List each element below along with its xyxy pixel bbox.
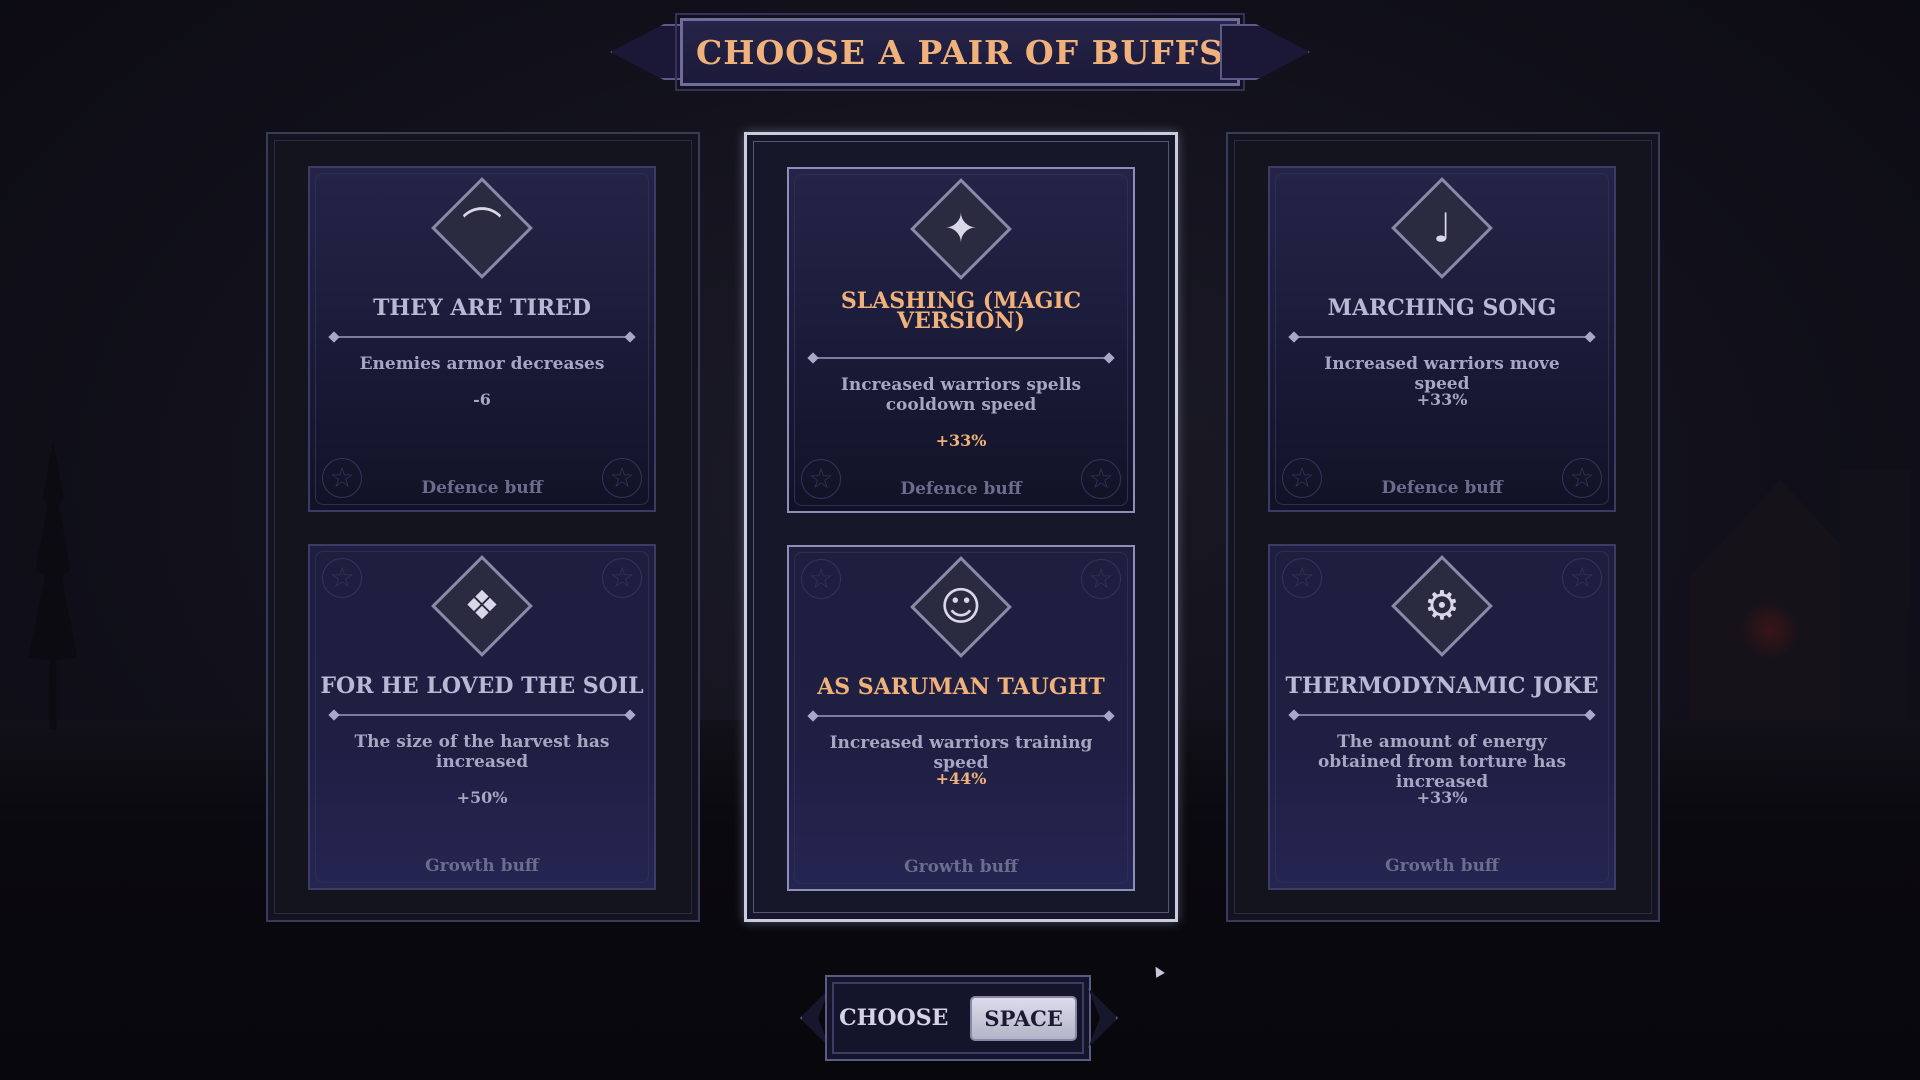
broken-limb-icon: ⌒ <box>431 177 533 279</box>
buff-pair-option-3[interactable]: ♩ MARCHING SONG Increased warriors move … <box>1226 132 1660 922</box>
buff-card: ❖ FOR HE LOVED THE SOIL The size of the … <box>308 544 656 890</box>
background-lantern-glow <box>1740 600 1800 660</box>
choose-label: CHOOSE <box>839 1005 949 1031</box>
buff-description: Increased warriors move speed <box>1324 354 1560 394</box>
soil-shield-icon: ❖ <box>431 555 533 657</box>
pentacle-icon <box>602 558 642 598</box>
buff-value: +50% <box>456 788 508 807</box>
divider <box>334 714 630 716</box>
buff-pair-option-2[interactable]: ✦ SLASHING (MAGIC VERSION) Increased war… <box>744 132 1178 922</box>
buff-card: ♩ MARCHING SONG Increased warriors move … <box>1268 166 1616 512</box>
buff-description: Enemies armor decreases <box>359 354 605 374</box>
background-tower <box>1840 470 1910 720</box>
buff-category: Growth buff <box>1385 856 1499 876</box>
buff-card: ⚙ THERMODYNAMIC JOKE The amount of energ… <box>1268 544 1616 890</box>
buff-value: +33% <box>1416 390 1468 409</box>
choose-button[interactable]: CHOOSE SPACE <box>825 975 1091 1061</box>
buff-card: ⌒ THEY ARE TIRED Enemies armor decreases… <box>308 166 656 512</box>
buff-value: +33% <box>1416 788 1468 807</box>
magic-staff-icon: ✦ <box>910 178 1012 280</box>
title-plate: CHOOSE A PAIR OF BUFFS <box>675 13 1245 91</box>
buff-title: FOR HE LOVED THE SOIL <box>320 673 644 699</box>
buff-title: THERMODYNAMIC JOKE <box>1285 673 1599 699</box>
buff-description: The amount of energy obtained from tortu… <box>1317 732 1567 792</box>
divider <box>1294 714 1590 716</box>
wizard-portrait-icon: ☺ <box>910 556 1012 658</box>
buff-value: +33% <box>935 431 987 450</box>
buff-card: ☺ AS SARUMAN TAUGHT Increased warriors t… <box>787 545 1135 891</box>
treble-clef-icon: ♩ <box>1391 177 1493 279</box>
buff-title: AS SARUMAN TAUGHT <box>817 674 1105 700</box>
buff-category: Growth buff <box>904 857 1018 877</box>
page-title: CHOOSE A PAIR OF BUFFS <box>696 32 1224 72</box>
title-banner: CHOOSE A PAIR OF BUFFS <box>610 13 1310 91</box>
buff-category: Defence buff <box>421 478 543 498</box>
buff-category: Defence buff <box>1381 478 1503 498</box>
machine-icon: ⚙ <box>1391 555 1493 657</box>
title-ornament-right <box>1220 24 1310 80</box>
buff-title: MARCHING SONG <box>1327 295 1557 321</box>
divider <box>1294 336 1590 338</box>
buff-value: +44% <box>935 769 987 788</box>
buff-title: THEY ARE TIRED <box>373 295 591 321</box>
space-key-hint[interactable]: SPACE <box>970 995 1077 1041</box>
buff-card: ✦ SLASHING (MAGIC VERSION) Increased war… <box>787 167 1135 513</box>
pentacle-icon <box>1081 559 1121 599</box>
pentacle-icon <box>322 558 362 598</box>
pentacle-icon <box>1562 558 1602 598</box>
buff-pair-option-1[interactable]: ⌒ THEY ARE TIRED Enemies armor decreases… <box>266 132 700 922</box>
buff-category: Growth buff <box>425 856 539 876</box>
pentacle-icon <box>1282 558 1322 598</box>
buff-description: Increased warriors spells cooldown speed <box>840 375 1082 415</box>
pentacle-icon <box>801 559 841 599</box>
divider <box>813 357 1109 359</box>
buff-title: SLASHING (MAGIC VERSION) <box>840 288 1082 334</box>
buff-description: Increased warriors training speed <box>829 733 1093 773</box>
divider <box>334 336 630 338</box>
buff-category: Defence buff <box>900 479 1022 499</box>
buff-value: -6 <box>473 390 491 409</box>
divider <box>813 715 1109 717</box>
buff-description: The size of the harvest has increased <box>354 732 610 772</box>
